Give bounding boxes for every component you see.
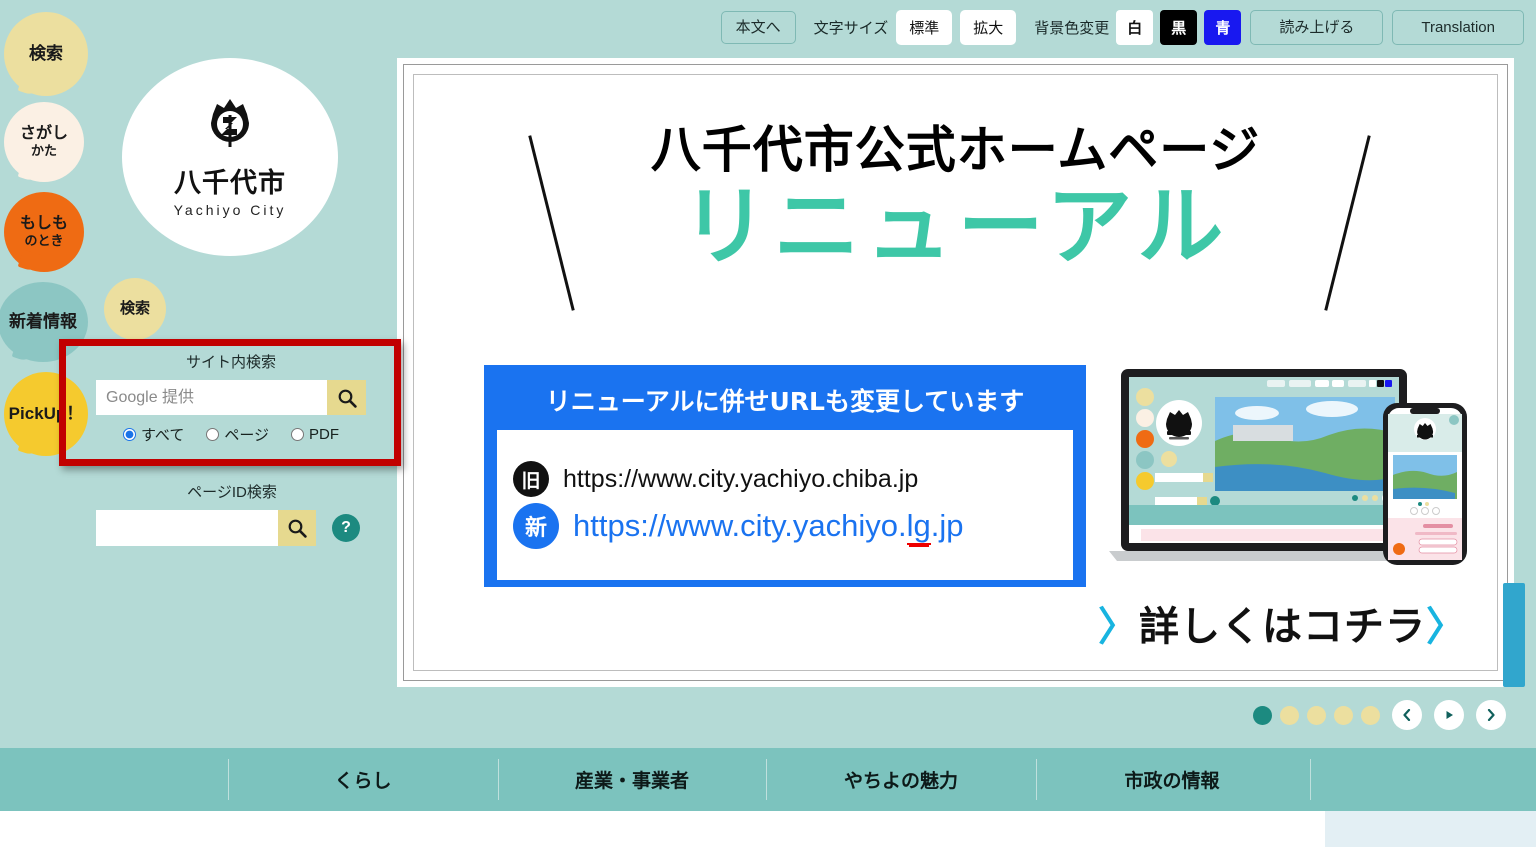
page-bottom-area bbox=[0, 811, 1536, 847]
carousel-dot-2[interactable] bbox=[1280, 705, 1299, 725]
bubble-news-label: 新着情報 bbox=[9, 312, 77, 332]
skip-to-content-button[interactable]: 本文へ bbox=[720, 11, 796, 44]
url-change-title: リニューアルに併せURLも変更しています bbox=[545, 387, 1025, 416]
nav-item-shisei-label: 市政の情報 bbox=[1124, 771, 1220, 792]
bubble-how-to-find-sub: かた bbox=[30, 142, 57, 158]
nav-item-shisei[interactable]: 市政の情報 bbox=[1036, 748, 1308, 811]
page-root: 本文へ 文字サイズ 標準 拡大 背景色変更 白 黒 青 読み上げる Transl… bbox=[0, 0, 1536, 847]
laptop-phone-illustration bbox=[1109, 369, 1467, 565]
page-id-search-row: ? bbox=[96, 510, 368, 546]
site-search-row bbox=[96, 380, 366, 415]
font-size-label: 文字サイズ bbox=[813, 20, 889, 37]
radio-scope-page-label: ページ bbox=[224, 427, 270, 444]
url-change-body: 旧 https://www.city.yachiyo.chiba.jp 新 ht… bbox=[497, 430, 1073, 580]
radio-scope-all-label: すべて bbox=[140, 427, 185, 444]
bubble-search-label: 検索 bbox=[29, 44, 63, 64]
new-url-highlight: lg bbox=[906, 508, 931, 545]
nav-item-sangyo-label: 産業・事業者 bbox=[574, 771, 689, 792]
hero-banner-inner: 八千代市公式ホームページ リニューアル リニューアルに併せURLも変更しています… bbox=[413, 74, 1498, 671]
radio-scope-page-input[interactable] bbox=[206, 428, 220, 441]
carousel-dot-5[interactable] bbox=[1361, 705, 1380, 725]
bubble-search-secondary-label: 検索 bbox=[119, 300, 150, 318]
global-nav: くらし 産業・事業者 やちよの魅力 市政の情報 bbox=[0, 748, 1536, 811]
hero-headline-main: リニューアル bbox=[681, 177, 1230, 277]
site-search-panel: サイト内検索 すべて ページ PDF bbox=[96, 351, 366, 445]
bubble-search-secondary[interactable]: 検索 bbox=[104, 278, 166, 340]
cta-label: 詳しくはコチラ bbox=[1139, 604, 1426, 650]
device-mockup bbox=[1107, 363, 1479, 595]
city-logo-name-jp: 八千代市 bbox=[174, 167, 286, 198]
carousel-dot-3[interactable] bbox=[1307, 705, 1326, 725]
carousel-prev-button[interactable] bbox=[1392, 700, 1422, 730]
chevron-right-icon bbox=[1487, 709, 1495, 721]
page-id-search-panel: ページID検索 ? bbox=[96, 481, 368, 546]
page-id-search-button[interactable] bbox=[278, 510, 316, 546]
new-badge: 新 bbox=[513, 503, 559, 549]
read-aloud-button[interactable]: 読み上げる bbox=[1250, 10, 1384, 45]
play-icon bbox=[1446, 711, 1453, 719]
nav-item-sangyo[interactable]: 産業・事業者 bbox=[498, 748, 766, 811]
details-cta[interactable]: 〉詳しくはコチラ〉 bbox=[1098, 594, 1467, 652]
radio-scope-pdf[interactable]: PDF bbox=[291, 424, 339, 445]
cta-chevron-right-icon: 〉 bbox=[1426, 604, 1467, 650]
carousel-controls bbox=[1253, 700, 1506, 730]
bubble-how-to-find[interactable]: さがし かた bbox=[4, 102, 84, 182]
radio-scope-all[interactable]: すべて bbox=[122, 424, 185, 445]
carousel-dot-1[interactable] bbox=[1253, 705, 1272, 725]
page-id-input[interactable] bbox=[96, 510, 278, 546]
bubble-search[interactable]: 検索 bbox=[4, 12, 88, 96]
page-id-help-button[interactable]: ? bbox=[332, 514, 360, 542]
bg-blue-button[interactable]: 青 bbox=[1204, 10, 1242, 45]
new-url-prefix: https://www.city.yachiyo. bbox=[573, 508, 907, 543]
cta-chevron-left-icon: 〉 bbox=[1098, 604, 1139, 650]
city-logo[interactable]: 八千代市 Yachiyo City bbox=[122, 58, 338, 256]
bg-black-button[interactable]: 黒 bbox=[1160, 10, 1198, 45]
page-bottom-tint bbox=[1325, 811, 1536, 847]
old-url-row: 旧 https://www.city.yachiyo.chiba.jp bbox=[513, 461, 1057, 497]
magnifier-icon bbox=[338, 389, 357, 408]
hero-banner[interactable]: 八千代市公式ホームページ リニューアル リニューアルに併せURLも変更しています… bbox=[403, 64, 1508, 681]
old-badge: 旧 bbox=[513, 461, 549, 497]
bg-white-button[interactable]: 白 bbox=[1116, 10, 1154, 45]
background-color-label: 背景色変更 bbox=[1034, 20, 1110, 37]
font-size-large-button[interactable]: 拡大 bbox=[960, 10, 1017, 45]
hero-headline: 八千代市公式ホームページ リニューアル bbox=[414, 121, 1497, 277]
url-change-card: リニューアルに併せURLも変更しています 旧 https://www.city.… bbox=[484, 365, 1086, 587]
radio-scope-pdf-label: PDF bbox=[309, 426, 340, 443]
old-url-text: https://www.city.yachiyo.chiba.jp bbox=[563, 464, 919, 493]
nav-item-miryoku-label: やちよの魅力 bbox=[843, 771, 958, 792]
chevron-left-icon bbox=[1403, 709, 1411, 721]
radio-scope-pdf-input[interactable] bbox=[291, 428, 305, 441]
site-search-title: サイト内検索 bbox=[185, 354, 276, 371]
accessibility-toolbar: 本文へ 文字サイズ 標準 拡大 背景色変更 白 黒 青 読み上げる Transl… bbox=[0, 0, 1536, 55]
yachiyo-crest-icon bbox=[211, 98, 249, 147]
page-id-search-title: ページID検索 bbox=[187, 484, 277, 501]
nav-item-kurashi[interactable]: くらし bbox=[228, 748, 498, 811]
radio-scope-page[interactable]: ページ bbox=[206, 424, 269, 445]
font-size-standard-button[interactable]: 標準 bbox=[896, 10, 953, 45]
new-url-suffix: .jp bbox=[930, 508, 964, 543]
new-url-row: 新 https://www.city.yachiyo.lg.jp bbox=[513, 503, 1057, 549]
carousel-next-button[interactable] bbox=[1476, 700, 1506, 730]
global-nav-end-divider bbox=[1310, 759, 1311, 800]
radio-scope-all-input[interactable] bbox=[122, 428, 136, 441]
nav-item-kurashi-label: くらし bbox=[334, 771, 392, 792]
city-logo-name-en: Yachiyo City bbox=[173, 201, 287, 218]
bubble-how-to-find-label: さがし bbox=[19, 125, 68, 143]
site-search-scope-radios: すべて ページ PDF bbox=[96, 424, 366, 445]
site-search-input[interactable] bbox=[96, 380, 327, 415]
new-url-text: https://www.city.yachiyo.lg.jp bbox=[573, 508, 964, 545]
bubble-emergency-sub: のとき bbox=[24, 232, 64, 248]
carousel-dot-4[interactable] bbox=[1334, 705, 1353, 725]
hero-headline-top: 八千代市公式ホームページ bbox=[650, 121, 1261, 179]
bubble-emergency[interactable]: もしも のとき bbox=[4, 192, 84, 272]
magnifier-icon bbox=[288, 519, 307, 538]
site-search-button[interactable] bbox=[327, 380, 366, 415]
scrollbar-thumb[interactable] bbox=[1503, 583, 1525, 687]
nav-item-miryoku[interactable]: やちよの魅力 bbox=[766, 748, 1036, 811]
translation-button[interactable]: Translation bbox=[1392, 10, 1524, 45]
carousel-play-button[interactable] bbox=[1434, 700, 1464, 730]
bubble-emergency-label: もしも bbox=[19, 215, 68, 233]
